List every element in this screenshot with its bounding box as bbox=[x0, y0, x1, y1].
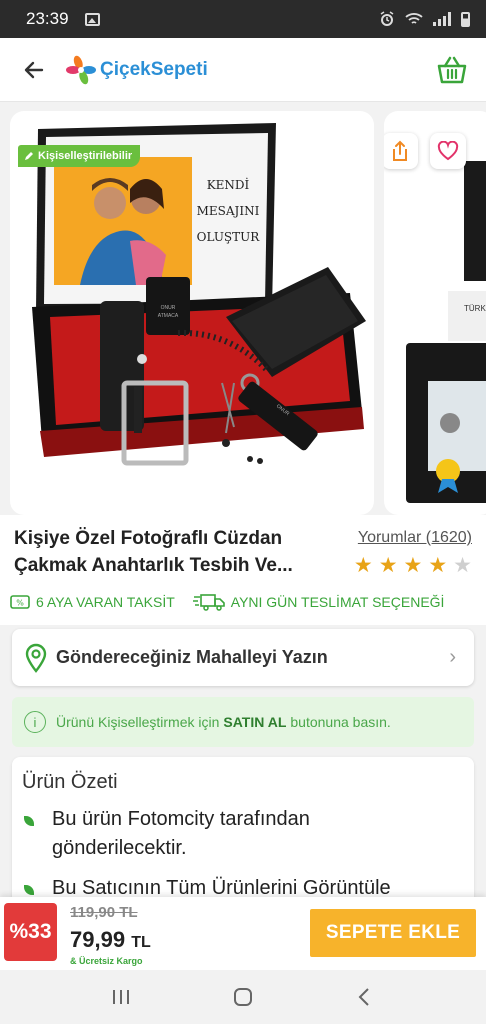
summary-item-text: Bu ürün Fotomcity tarafından gönderilece… bbox=[52, 808, 310, 859]
summary-item: Bu ürün Fotomcity tarafından gönderilece… bbox=[24, 805, 354, 863]
product-summary: Ürün Özeti Bu ürün Fotomcity tarafından … bbox=[12, 757, 474, 907]
reviews-link[interactable]: Yorumlar (1620) bbox=[358, 529, 472, 547]
summary-title: Ürün Özeti bbox=[22, 771, 118, 793]
product-title: Kişiye Özel Fotoğraflı Cüzdan Çakmak Ana… bbox=[14, 528, 293, 576]
share-icon bbox=[393, 140, 407, 161]
battery-icon bbox=[461, 11, 470, 27]
purchase-bar: %33 119,90 TL 79,99 TL & Ücretsiz Kargo … bbox=[0, 897, 486, 970]
product-tags: % 6 AYA VARAN TAKSİT AYNI GÜN TESLİMAT S… bbox=[10, 593, 472, 611]
app-header: ÇiçekSepeti bbox=[0, 38, 486, 102]
discount-badge: %33 bbox=[4, 903, 57, 961]
card-line-1: KENDİ bbox=[207, 177, 250, 192]
current-price-currency: TL bbox=[131, 934, 151, 951]
old-price: 119,90 TL bbox=[70, 904, 138, 921]
wallet-illustration: TÜRKİ bbox=[406, 161, 486, 503]
notice-text-before: Ürünü Kişiselleştirmek için bbox=[56, 714, 220, 730]
heart-icon bbox=[437, 141, 459, 161]
leaf-bullet-icon bbox=[24, 816, 34, 826]
product-second-image[interactable]: TÜRKİ bbox=[384, 111, 486, 515]
leaf-bullet-icon bbox=[24, 885, 34, 895]
badge-label: Kişiselleştirilebilir bbox=[38, 150, 133, 162]
delivery-truck-icon bbox=[192, 594, 225, 611]
lighter-engraving-1: ONUR bbox=[161, 305, 176, 311]
installment-icon: % bbox=[10, 595, 30, 609]
status-bar: 23:39 bbox=[0, 0, 486, 38]
gallery-notification-icon bbox=[84, 12, 100, 26]
current-price: 79,99 TL bbox=[70, 927, 151, 953]
svg-text:%: % bbox=[16, 599, 24, 608]
product-gallery[interactable]: Kişiselleştirilebilir KENDİ MESAJINI OLU… bbox=[0, 103, 486, 515]
recent-apps-icon[interactable] bbox=[110, 987, 132, 1007]
favorite-button[interactable] bbox=[430, 133, 466, 169]
same-day-delivery-label: AYNI GÜN TESLİMAT SEÇENEĞİ bbox=[230, 594, 445, 610]
ciceksepeti-flower-icon bbox=[66, 55, 96, 84]
chevron-right-icon: › bbox=[449, 646, 456, 668]
pencil-icon bbox=[25, 152, 33, 160]
location-pin-icon bbox=[25, 643, 47, 673]
lighter-engraving-2: ATMACA bbox=[158, 313, 179, 319]
alarm-icon bbox=[380, 11, 394, 26]
notice-text-bold: SATIN AL bbox=[223, 714, 287, 730]
logo-text: ÇiçekSepeti bbox=[100, 58, 208, 80]
star-icon: ★ bbox=[353, 554, 373, 577]
delivery-location-label: Göndereceğiniz Mahalleyi Yazın bbox=[56, 647, 328, 667]
system-nav-bar bbox=[0, 970, 486, 1024]
add-to-cart-button[interactable]: SEPETE EKLE bbox=[310, 909, 476, 957]
star-icon: ★ bbox=[378, 554, 398, 577]
back-nav-icon[interactable] bbox=[354, 986, 376, 1008]
star-icon: ★ bbox=[453, 554, 472, 577]
personalizable-badge: Kişiselleştirilebilir bbox=[18, 145, 141, 167]
current-price-value: 79,99 bbox=[70, 927, 126, 952]
notice-text-after: butonuna basın. bbox=[290, 714, 391, 730]
wifi-icon bbox=[405, 13, 423, 24]
signal-icon bbox=[433, 12, 451, 26]
same-day-delivery-tag: AYNI GÜN TESLİMAT SEÇENEĞİ bbox=[192, 593, 445, 611]
share-button[interactable] bbox=[384, 133, 418, 169]
delivery-location-selector[interactable]: Göndereceğiniz Mahalleyi Yazın › bbox=[12, 629, 474, 686]
basket-icon bbox=[437, 56, 467, 83]
star-icon: ★ bbox=[403, 554, 423, 577]
info-icon: i bbox=[24, 711, 46, 733]
gift-box-illustration: KENDİ MESAJINI OLUŞTUR ONUR ATMACA ONUR bbox=[32, 123, 366, 466]
arrow-left-icon bbox=[24, 61, 44, 78]
status-time: 23:39 bbox=[26, 9, 69, 28]
rating-stars[interactable]: ★ ★ ★ ★ ★ bbox=[354, 555, 472, 576]
installment-label: 6 AYA VARAN TAKSİT bbox=[36, 594, 175, 610]
product-main-image[interactable]: Kişiselleştirilebilir KENDİ MESAJINI OLU… bbox=[10, 111, 374, 515]
logo[interactable]: ÇiçekSepeti bbox=[66, 55, 208, 85]
star-icon: ★ bbox=[428, 554, 448, 577]
cart-button[interactable] bbox=[432, 50, 472, 90]
installment-tag: % 6 AYA VARAN TAKSİT bbox=[10, 594, 175, 610]
free-shipping-label: & Ücretsiz Kargo bbox=[70, 956, 143, 966]
id-card-text: TÜRKİ bbox=[464, 304, 486, 313]
card-line-2: MESAJINI bbox=[197, 204, 260, 218]
card-line-3: OLUŞTUR bbox=[197, 230, 261, 244]
home-icon[interactable] bbox=[232, 986, 254, 1008]
personalize-notice: i Ürünü Kişiselleştirmek için SATIN AL b… bbox=[12, 697, 474, 747]
product-info: Kişiye Özel Fotoğraflı Cüzdan Çakmak Ana… bbox=[0, 515, 486, 625]
back-button[interactable] bbox=[14, 50, 54, 90]
